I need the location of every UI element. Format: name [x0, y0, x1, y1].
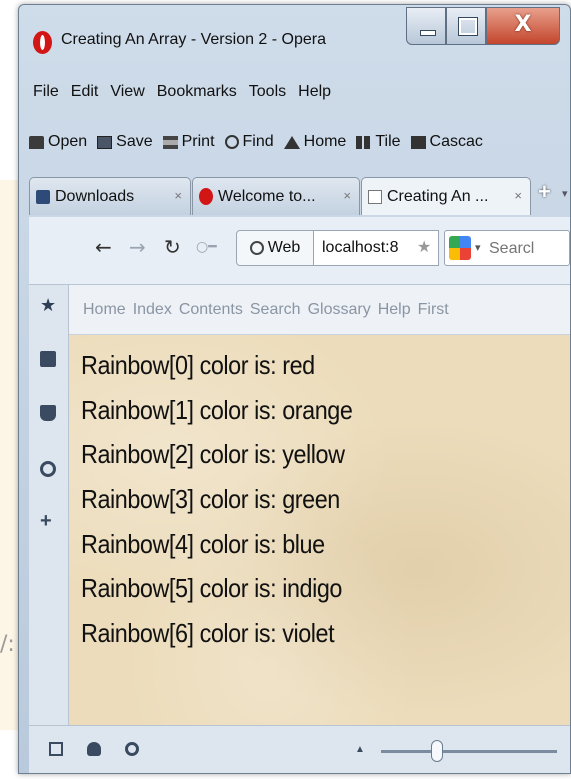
link-index[interactable]: Index	[133, 301, 172, 319]
browser-window: Creating An Array - Version 2 - Opera X …	[18, 4, 571, 774]
menu-bar: File Edit View Bookmarks Tools Help	[29, 75, 338, 109]
web-label: Web	[267, 239, 301, 256]
navigation-link-bar: Home Index Contents Search Glossary Help…	[69, 285, 570, 335]
menu-help[interactable]: Help	[293, 75, 338, 109]
navigation-bar: ← → ↻ ○━ Web ★ ▾	[29, 217, 571, 285]
menu-view[interactable]: View	[105, 75, 151, 109]
cascade-button[interactable]: Cascac	[410, 133, 483, 151]
add-panel-icon[interactable]: +	[40, 511, 56, 531]
rainbow-line: Rainbow[0] color is: red	[81, 350, 315, 380]
title-bar: Creating An Array - Version 2 - Opera X	[19, 5, 570, 61]
tab-close-icon[interactable]: ×	[343, 188, 351, 203]
zoom-out-arrow-icon[interactable]: ▲	[355, 744, 365, 755]
folder-icon	[29, 135, 44, 149]
page-icon	[368, 189, 382, 204]
reload-button[interactable]: ↻	[164, 235, 181, 259]
print-button[interactable]: Print	[162, 133, 215, 151]
home-icon	[283, 135, 300, 149]
rainbow-line: Rainbow[6] color is: violet	[81, 618, 335, 648]
zoom-slider-handle[interactable]	[431, 740, 443, 762]
globe-icon	[249, 241, 264, 255]
page-content: Rainbow[0] color is: red Rainbow[1] colo…	[69, 335, 570, 725]
search-engine-caret-icon[interactable]: ▾	[475, 241, 481, 254]
link-contents[interactable]: Contents	[179, 301, 243, 319]
downloads-icon	[36, 189, 50, 204]
window-title: Creating An Array - Version 2 - Opera	[61, 31, 327, 48]
cascade-label: Cascac	[429, 133, 483, 150]
notes-panel-icon[interactable]	[40, 351, 56, 367]
tab-welcome[interactable]: Welcome to... ×	[192, 177, 360, 215]
tab-label: Creating An ...	[387, 187, 489, 205]
history-panel-icon[interactable]	[40, 461, 56, 477]
tab-label: Downloads	[55, 187, 135, 205]
opera-logo-icon[interactable]	[33, 31, 52, 54]
tab-creating-an-array[interactable]: Creating An ... ×	[361, 177, 531, 215]
back-button[interactable]: ←	[95, 235, 112, 259]
link-help[interactable]: Help	[378, 301, 411, 319]
tab-label: Welcome to...	[218, 187, 316, 205]
tab-close-icon[interactable]: ×	[514, 188, 522, 203]
rainbow-line: Rainbow[4] color is: blue	[81, 529, 325, 559]
bookmarks-panel-icon[interactable]: ★	[40, 296, 56, 314]
opera-icon	[199, 188, 213, 205]
bookmark-star-icon[interactable]: ★	[417, 237, 431, 257]
save-button[interactable]: Save	[97, 133, 153, 151]
find-icon	[224, 135, 239, 149]
rainbow-line: Rainbow[2] color is: yellow	[81, 439, 345, 469]
google-search-icon[interactable]	[449, 236, 471, 260]
minimize-button[interactable]	[406, 7, 446, 45]
window-controls: X	[406, 7, 560, 45]
search-input[interactable]	[487, 235, 571, 263]
forward-button[interactable]: →	[129, 235, 146, 259]
tab-bar: Downloads × Welcome to... × Creating An …	[29, 177, 569, 217]
print-icon	[162, 135, 178, 149]
close-icon: X	[514, 12, 532, 37]
maximize-icon	[458, 17, 478, 36]
save-icon	[97, 135, 113, 149]
home-label: Home	[303, 133, 347, 150]
menu-tools[interactable]: Tools	[244, 75, 293, 109]
menu-edit[interactable]: Edit	[66, 75, 106, 109]
cascade-icon	[410, 135, 426, 149]
rainbow-line: Rainbow[3] color is: green	[81, 484, 340, 514]
close-button[interactable]: X	[486, 7, 560, 45]
menu-bookmarks[interactable]: Bookmarks	[152, 75, 244, 109]
rainbow-line: Rainbow[1] color is: orange	[81, 395, 353, 425]
find-button[interactable]: Find	[224, 133, 274, 151]
link-first[interactable]: First	[418, 301, 449, 319]
toolbar: Open Save Print Find Home Tile Cascac	[29, 127, 493, 157]
open-button[interactable]: Open	[29, 133, 87, 151]
save-label: Save	[116, 133, 153, 150]
find-label: Find	[242, 133, 274, 150]
open-label: Open	[48, 133, 88, 150]
backdrop-text: /:	[0, 632, 15, 657]
print-label: Print	[181, 133, 215, 150]
rainbow-line: Rainbow[5] color is: indigo	[81, 573, 342, 603]
menu-file[interactable]: File	[29, 75, 66, 109]
link-search[interactable]: Search	[250, 301, 301, 319]
tile-icon	[356, 135, 372, 149]
search-box[interactable]: ▾	[444, 230, 571, 266]
tile-button[interactable]: Tile	[356, 133, 401, 151]
opera-link-icon[interactable]	[87, 742, 101, 756]
zoom-slider-track[interactable]	[381, 750, 557, 753]
status-bar: ▲	[29, 725, 570, 773]
maximize-button[interactable]	[446, 7, 486, 45]
turbo-icon[interactable]	[125, 742, 139, 756]
web-site-button[interactable]: Web	[236, 230, 314, 266]
home-button[interactable]: Home	[283, 133, 347, 151]
tab-menu-icon[interactable]: ▾	[562, 187, 568, 200]
link-home[interactable]: Home	[83, 301, 126, 319]
tab-downloads[interactable]: Downloads ×	[29, 177, 191, 215]
link-glossary[interactable]: Glossary	[308, 301, 371, 319]
wand-key-icon[interactable]: ○━	[196, 239, 217, 255]
panel-toggle-icon[interactable]	[49, 742, 63, 756]
tab-close-icon[interactable]: ×	[174, 188, 182, 203]
new-tab-button[interactable]: +	[538, 179, 551, 205]
panel-sidebar: ★ +	[29, 285, 69, 725]
tile-label: Tile	[375, 133, 401, 150]
minimize-icon	[420, 30, 436, 36]
downloads-panel-icon[interactable]	[40, 405, 56, 421]
